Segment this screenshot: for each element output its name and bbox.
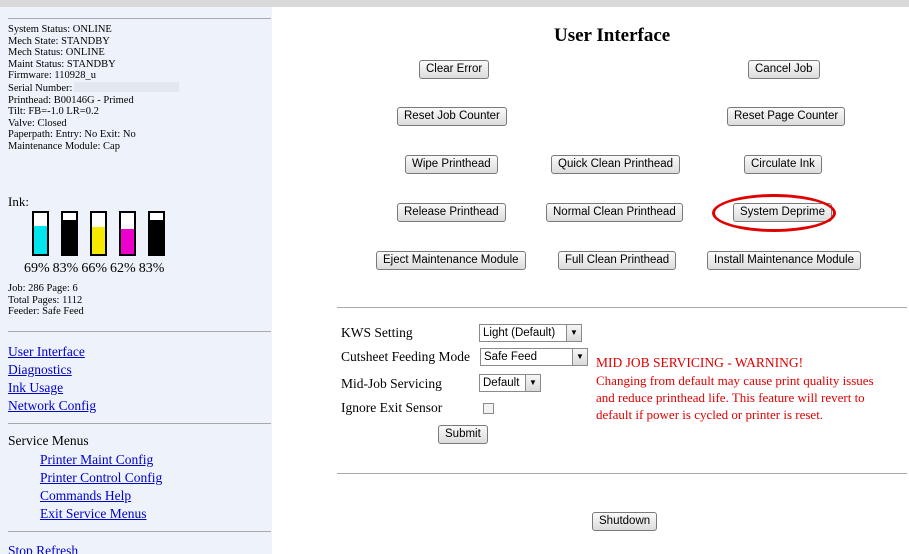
- exit-service-menus-link[interactable]: Exit Service Menus: [40, 505, 162, 523]
- nav-links: User Interface Diagnostics Ink Usage Net…: [8, 343, 96, 415]
- maintenance-module: Maintenance Module: Cap: [8, 140, 120, 152]
- cutsheet-feeding-mode-value: Safe Feed: [484, 351, 538, 363]
- kws-setting-label: KWS Setting: [341, 325, 413, 340]
- printhead: Printhead: B00146G - Primed: [8, 94, 134, 106]
- ink-level-fill: [92, 226, 105, 254]
- ignore-exit-sensor-checkbox[interactable]: [483, 403, 494, 414]
- valve: Valve: Closed: [8, 117, 67, 129]
- sidebar-divider: [8, 423, 271, 424]
- dropdown-arrow-icon: ▼: [566, 325, 581, 341]
- highlight-circle: [712, 194, 836, 232]
- nav-network-config[interactable]: Network Config: [8, 397, 96, 415]
- ink-tank: [32, 211, 49, 256]
- main-divider: [337, 307, 907, 308]
- circulate-ink-button[interactable]: Circulate Ink: [744, 155, 822, 174]
- normal-clean-printhead-button[interactable]: Normal Clean Printhead: [546, 203, 683, 222]
- nav-diagnostics[interactable]: Diagnostics: [8, 361, 96, 379]
- clear-error-button[interactable]: Clear Error: [419, 60, 490, 79]
- mid-job-warning: MID JOB SERVICING - WARNING! Changing fr…: [596, 354, 874, 423]
- feeder: Feeder: Safe Feed: [8, 306, 84, 318]
- dropdown-arrow-icon: ▼: [525, 375, 540, 391]
- ink-level-fill: [150, 219, 163, 254]
- paperpath: Paperpath: Entry: No Exit: No: [8, 129, 136, 141]
- ink-tank: [61, 211, 78, 256]
- mech-status: Mech Status: ONLINE: [8, 47, 105, 59]
- warning-line: default if power is cycled or printer is…: [596, 407, 824, 422]
- ink-tank: [148, 211, 165, 256]
- reset-page-counter-button[interactable]: Reset Page Counter: [727, 107, 846, 126]
- quick-clean-printhead-button[interactable]: Quick Clean Printhead: [551, 155, 681, 174]
- job-page: Job: 286 Page: 6: [8, 283, 78, 294]
- firmware: Firmware: 110928_u: [8, 70, 96, 82]
- ink-level-fill: [34, 225, 47, 254]
- printer-control-config-link[interactable]: Printer Control Config: [40, 469, 162, 487]
- status-block: System Status: ONLINE Mech State: STANDB…: [8, 24, 180, 153]
- wipe-printhead-button[interactable]: Wipe Printhead: [405, 155, 498, 174]
- cutsheet-feeding-mode-select[interactable]: Safe Feed ▼: [480, 348, 588, 366]
- warning-line: Changing from default may cause print qu…: [596, 373, 874, 388]
- total-pages: Total Pages: 1112: [8, 294, 83, 306]
- full-clean-printhead-button[interactable]: Full Clean Printhead: [558, 251, 677, 270]
- sidebar-divider: [8, 531, 271, 532]
- ink-percentages: 69% 83% 66% 62% 83%: [24, 261, 167, 277]
- kws-setting-select[interactable]: Light (Default) ▼: [479, 324, 582, 342]
- mid-job-servicing-value: Default: [483, 377, 520, 389]
- mid-job-servicing-label: Mid-Job Servicing: [341, 376, 442, 391]
- nav-ink-usage[interactable]: Ink Usage: [8, 379, 96, 397]
- ink-label: Ink:: [8, 194, 29, 209]
- ink-percentage: 83%: [138, 261, 165, 276]
- shutdown-button[interactable]: Shutdown: [592, 512, 658, 531]
- ink-tank: [90, 211, 107, 256]
- reset-job-counter-button[interactable]: Reset Job Counter: [397, 107, 507, 126]
- eject-maintenance-module-button[interactable]: Eject Maintenance Module: [376, 251, 526, 270]
- tilt: Tilt: FB=-1.0 LR=0.2: [8, 106, 99, 118]
- install-maintenance-module-button[interactable]: Install Maintenance Module: [707, 251, 861, 270]
- cutsheet-feeding-mode-label: Cutsheet Feeding Mode: [341, 349, 470, 364]
- maint-status: Maint Status: STANDBY: [8, 58, 116, 70]
- commands-help-link[interactable]: Commands Help: [40, 487, 162, 505]
- service-menus-title: Service Menus: [8, 433, 89, 448]
- top-border: [0, 0, 909, 7]
- dropdown-arrow-icon: ▼: [572, 349, 587, 365]
- release-printhead-button[interactable]: Release Printhead: [397, 203, 506, 222]
- submit-button[interactable]: Submit: [438, 425, 488, 444]
- page-title: User Interface: [554, 25, 671, 46]
- ink-level-fill: [121, 228, 134, 254]
- sidebar-divider: [8, 331, 271, 332]
- ink-percentage: 83%: [52, 261, 79, 276]
- serial-row: Serial Number:: [8, 81, 180, 95]
- nav-user-interface[interactable]: User Interface: [8, 343, 96, 361]
- ignore-exit-sensor-label: Ignore Exit Sensor: [341, 400, 443, 415]
- printer-maint-config-link[interactable]: Printer Maint Config: [40, 451, 162, 469]
- stop-refresh-link[interactable]: Stop Refresh: [8, 543, 78, 554]
- cancel-job-button[interactable]: Cancel Job: [748, 60, 820, 79]
- job-block: Job: 286 Page: 6 Total Pages: 1112 Feede…: [8, 283, 84, 318]
- ink-percentage: 62%: [110, 261, 136, 276]
- serial-redaction: [74, 81, 180, 92]
- ink-level-fill: [63, 219, 76, 254]
- kws-setting-value: Light (Default): [483, 327, 556, 339]
- mid-job-servicing-select[interactable]: Default ▼: [479, 374, 541, 392]
- ink-percentage: 69%: [24, 261, 50, 276]
- service-links: Printer Maint Config Printer Control Con…: [40, 451, 162, 523]
- ink-tank: [119, 211, 136, 256]
- ink-percentage: 66%: [81, 261, 108, 276]
- sidebar-divider: [8, 18, 271, 19]
- system-status: System Status: ONLINE: [8, 24, 112, 35]
- main-divider: [337, 473, 907, 474]
- serial-number: Serial Number:: [8, 82, 73, 94]
- warning-line: and reduce printhead life. This feature …: [596, 390, 865, 405]
- mech-state: Mech State: STANDBY: [8, 35, 110, 47]
- warning-title: MID JOB SERVICING - WARNING!: [596, 355, 804, 370]
